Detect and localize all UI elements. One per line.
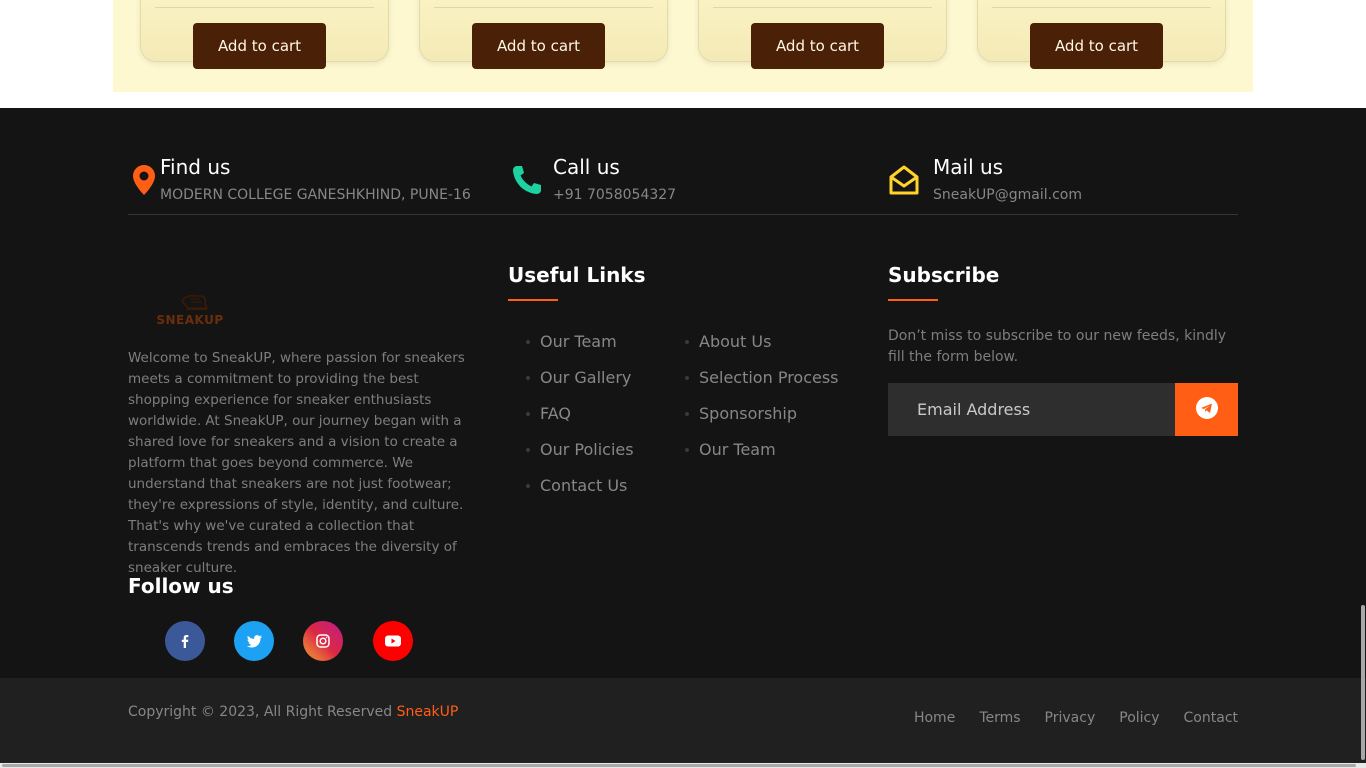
useful-links-col-2: About Us Selection Process Sponsorship O… <box>685 324 839 468</box>
footer-divider <box>128 214 1238 215</box>
copyright-label: Copyright © 2023, All Right Reserved <box>128 704 397 720</box>
bullet-icon <box>526 448 530 452</box>
bullet-icon <box>685 340 689 344</box>
menu-privacy[interactable]: Privacy <box>1045 710 1096 726</box>
copyright-bar: Copyright © 2023, All Right Reserved Sne… <box>0 678 1366 768</box>
link-our-policies[interactable]: Our Policies <box>540 435 634 465</box>
list-item: Our Team <box>526 324 634 360</box>
bullet-icon <box>685 376 689 380</box>
list-item: Our Policies <box>526 432 634 468</box>
find-us-text: Find us MODERN COLLEGE GANESHKHIND, PUNE… <box>160 152 471 208</box>
list-item: Our Gallery <box>526 360 634 396</box>
about-description: Welcome to SneakUP, where passion for sn… <box>128 350 465 576</box>
call-us: Call us +91 7058054327 <box>507 152 676 208</box>
horizontal-scrollbar[interactable] <box>0 763 1366 768</box>
title-underline <box>888 299 938 301</box>
card-divider <box>155 7 374 8</box>
useful-links-title: Useful Links <box>508 263 646 287</box>
address: MODERN COLLEGE GANESHKHIND, PUNE-16 <box>160 187 471 203</box>
bullet-icon <box>526 484 530 488</box>
find-us-title: Find us <box>160 155 231 179</box>
footer: Find us MODERN COLLEGE GANESHKHIND, PUNE… <box>0 108 1366 678</box>
link-faq[interactable]: FAQ <box>540 399 571 429</box>
link-our-gallery[interactable]: Our Gallery <box>540 363 631 393</box>
subscribe-form <box>888 383 1238 436</box>
mail-us: Mail us SneakUP@gmail.com <box>887 152 1082 208</box>
card-divider <box>713 7 932 8</box>
menu-policy[interactable]: Policy <box>1119 710 1159 726</box>
call-us-text: Call us +91 7058054327 <box>553 152 676 208</box>
list-item: About Us <box>685 324 839 360</box>
link-our-team-2[interactable]: Our Team <box>699 435 776 465</box>
link-our-team[interactable]: Our Team <box>540 327 617 357</box>
product-strip: Add to cart Add to cart Add to cart Add … <box>113 0 1253 92</box>
mail-us-title: Mail us <box>933 155 1004 179</box>
list-item: Our Team <box>685 432 839 468</box>
add-to-cart-button[interactable]: Add to cart <box>1030 23 1163 69</box>
link-sponsorship[interactable]: Sponsorship <box>699 399 797 429</box>
bullet-icon <box>685 448 689 452</box>
find-us: Find us MODERN COLLEGE GANESHKHIND, PUNE… <box>128 152 471 208</box>
link-contact-us[interactable]: Contact Us <box>540 471 627 501</box>
title-underline <box>508 299 558 301</box>
list-item: Sponsorship <box>685 396 839 432</box>
bullet-icon <box>526 340 530 344</box>
twitter-icon[interactable] <box>234 621 274 661</box>
vertical-scrollbar[interactable] <box>1361 605 1365 760</box>
telegram-icon <box>1195 397 1218 422</box>
follow-us-title: Follow us <box>128 574 234 598</box>
call-us-title: Call us <box>553 155 620 179</box>
add-to-cart-button[interactable]: Add to cart <box>193 23 326 69</box>
phone-icon <box>507 160 547 200</box>
link-about-us[interactable]: About Us <box>699 327 771 357</box>
youtube-icon[interactable] <box>373 621 413 661</box>
menu-contact[interactable]: Contact <box>1184 710 1238 726</box>
card-divider <box>434 7 653 8</box>
email-input[interactable] <box>888 383 1175 436</box>
list-item: Contact Us <box>526 468 634 504</box>
phone-number: +91 7058054327 <box>553 187 677 203</box>
facebook-icon[interactable] <box>165 621 205 661</box>
subscribe-button[interactable] <box>1175 383 1238 436</box>
scrollbar-thumb[interactable] <box>2 764 1356 767</box>
menu-home[interactable]: Home <box>914 710 955 726</box>
useful-links-col-1: Our Team Our Gallery FAQ Our Policies Co… <box>526 324 634 504</box>
map-marker-icon <box>128 160 160 200</box>
bullet-icon <box>685 412 689 416</box>
brand-link[interactable]: SneakUP <box>397 704 459 720</box>
logo-text: SNEAKUP <box>156 313 223 327</box>
copyright-text: Copyright © 2023, All Right Reserved Sne… <box>128 704 458 720</box>
subscribe-text: Don’t miss to subscribe to our new feeds… <box>888 328 1227 365</box>
list-item: FAQ <box>526 396 634 432</box>
email-address: SneakUP@gmail.com <box>933 187 1082 203</box>
mail-us-text: Mail us SneakUP@gmail.com <box>933 152 1082 208</box>
list-item: Selection Process <box>685 360 839 396</box>
footer-menu: Home Terms Privacy Policy Contact <box>914 707 1238 726</box>
link-selection-process[interactable]: Selection Process <box>699 363 839 393</box>
instagram-icon[interactable] <box>303 621 343 661</box>
envelope-open-icon <box>887 160 921 200</box>
sneakup-logo[interactable]: SNEAKUP <box>144 288 236 328</box>
bullet-icon <box>526 412 530 416</box>
card-divider <box>992 7 1211 8</box>
subscribe-title: Subscribe <box>888 263 1000 287</box>
menu-terms[interactable]: Terms <box>979 710 1020 726</box>
bullet-icon <box>526 376 530 380</box>
add-to-cart-button[interactable]: Add to cart <box>472 23 605 69</box>
add-to-cart-button[interactable]: Add to cart <box>751 23 884 69</box>
